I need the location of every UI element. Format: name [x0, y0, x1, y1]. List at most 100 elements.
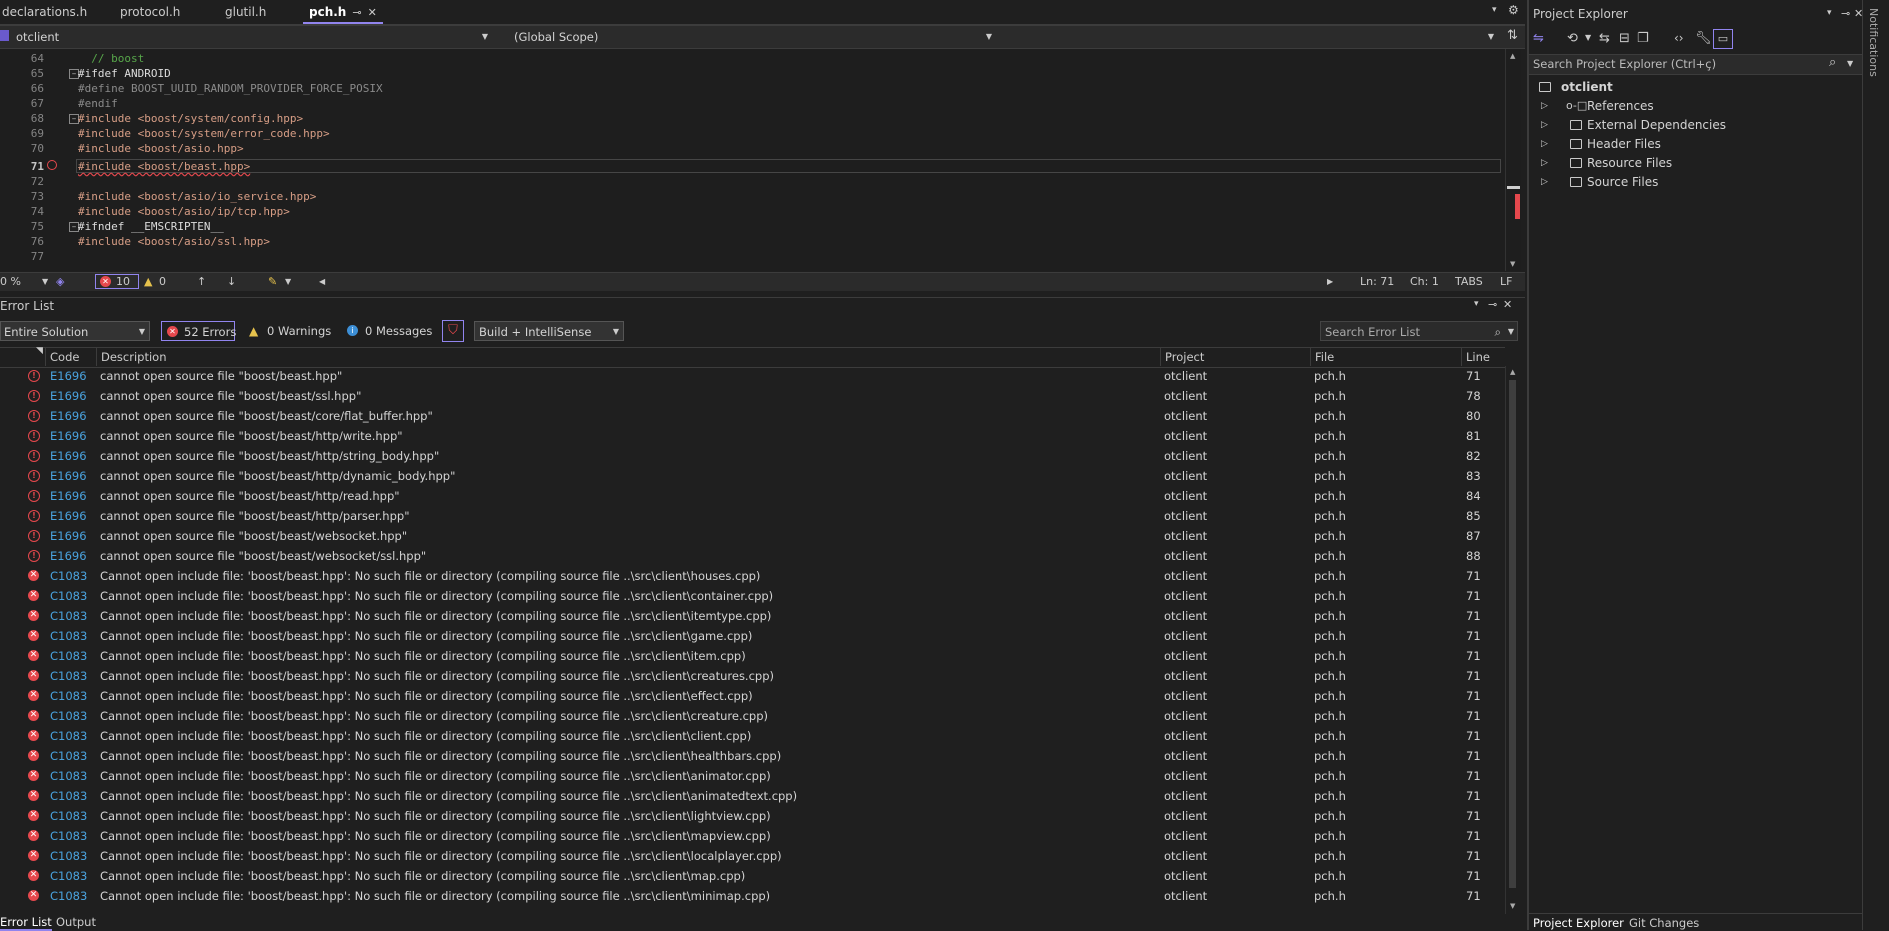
table-row[interactable]: ✕ C1083 Cannot open include file: 'boost/b… [0, 586, 1505, 606]
column-chooser-icon[interactable]: ◥ [36, 346, 43, 356]
close-icon[interactable]: ✕ [1503, 298, 1512, 311]
scope-dropdown[interactable]: (Global Scope) ▼ [510, 28, 998, 46]
column-header-code[interactable]: Code [45, 348, 97, 366]
code-line[interactable]: #include <boost/asio/io_service.hpp> [78, 190, 316, 203]
scroll-thumb[interactable] [1509, 380, 1516, 888]
error-code-link[interactable]: C1083 [50, 766, 87, 786]
code-line[interactable]: #include <boost/asio/ssl.hpp> [78, 235, 270, 248]
tree-root-otclient[interactable]: otclient [1539, 78, 1613, 96]
table-row[interactable]: ✕ C1083 Cannot open include file: 'boost/b… [0, 846, 1505, 866]
expand-arrow-icon[interactable]: ▷ [1541, 135, 1548, 153]
chevron-down-icon[interactable]: ▾ [1474, 299, 1479, 309]
table-row[interactable]: ✕ C1083 Cannot open include file: 'boost/b… [0, 786, 1505, 806]
chevron-down-icon[interactable]: ▼ [285, 275, 291, 289]
tab-git-changes[interactable]: Git Changes [1629, 916, 1699, 930]
table-row[interactable]: ✕ C1083 Cannot open include file: 'boost/b… [0, 806, 1505, 826]
table-row[interactable]: ! E1696 cannot open source file "boost/bea… [0, 426, 1505, 446]
column-header-project[interactable]: Project [1160, 348, 1311, 366]
table-row[interactable]: ✕ C1083 Cannot open include file: 'boost/b… [0, 666, 1505, 686]
errors-indicator[interactable]: ✕ 10 [95, 274, 139, 289]
tree-item-references[interactable]: ▷ o-□ References [1541, 97, 1654, 115]
tree-item-external-dependencies[interactable]: ▷ External Dependencies [1541, 116, 1726, 134]
line-ending[interactable]: LF [1500, 275, 1512, 289]
expand-arrow-icon[interactable]: ▷ [1541, 97, 1548, 115]
error-code-link[interactable]: E1696 [50, 486, 87, 506]
expand-arrow-icon[interactable]: ▷ [1541, 173, 1548, 191]
error-code-link[interactable]: E1696 [50, 446, 87, 466]
error-code-link[interactable]: C1083 [50, 686, 87, 706]
scroll-right-icon[interactable]: ▶ [1327, 275, 1333, 289]
code-line[interactable]: // boost [78, 52, 144, 65]
breakpoint-warning-icon[interactable] [47, 160, 57, 170]
filter-icon[interactable]: ⛉ [442, 320, 464, 342]
warnings-filter-button[interactable]: ▲ 0 Warnings [247, 321, 331, 341]
chevron-down-icon[interactable]: ▼ [42, 275, 48, 289]
column-header-line[interactable]: Line [1461, 348, 1505, 366]
scroll-down-icon[interactable]: ▼ [1510, 260, 1515, 268]
code-line[interactable]: #include <boost/asio/ip/tcp.hpp> [78, 205, 290, 218]
gear-icon[interactable]: ⚙ [1508, 3, 1519, 17]
table-row[interactable]: ✕ C1083 Cannot open include file: 'boost/b… [0, 646, 1505, 666]
error-code-link[interactable]: E1696 [50, 526, 87, 546]
error-code-link[interactable]: C1083 [50, 606, 87, 626]
error-code-link[interactable]: C1083 [50, 826, 87, 846]
copilot-icon[interactable]: ◈ [56, 275, 64, 289]
error-code-link[interactable]: E1696 [50, 546, 87, 566]
error-code-link[interactable]: E1696 [50, 466, 87, 486]
chevron-down-icon[interactable]: ▾ [1827, 8, 1832, 18]
show-all-files-icon[interactable]: ❐ [1637, 31, 1649, 46]
tab-output[interactable]: Output [56, 915, 96, 929]
table-row[interactable]: ✕ C1083 Cannot open include file: 'boost/b… [0, 866, 1505, 886]
scroll-up-icon[interactable]: ▲ [1510, 368, 1515, 376]
indentation-mode[interactable]: TABS [1455, 275, 1483, 289]
errors-filter-button[interactable]: ✕ 52 Errors [161, 321, 236, 341]
line-indicator[interactable]: Ln: 71 [1360, 275, 1394, 289]
sync-icon[interactable]: ⇆ [1599, 31, 1610, 46]
error-code-link[interactable]: C1083 [50, 626, 87, 646]
error-code-link[interactable]: C1083 [50, 706, 87, 726]
error-code-link[interactable]: C1083 [50, 566, 87, 586]
tab-overflow-icon[interactable]: ▾ [1492, 5, 1497, 15]
error-code-link[interactable]: C1083 [50, 806, 87, 826]
table-row[interactable]: ! E1696 cannot open source file "boost/bea… [0, 446, 1505, 466]
switch-views-icon[interactable]: ⇋ [1533, 31, 1544, 46]
table-row[interactable]: ! E1696 cannot open source file "boost/bea… [0, 506, 1505, 526]
pin-icon[interactable]: ⊸ [352, 6, 361, 19]
next-issue-arrow-icon[interactable]: ↓ [227, 275, 236, 289]
close-icon[interactable]: ✕ [368, 6, 377, 19]
error-code-link[interactable]: E1696 [50, 386, 87, 406]
tree-item-resource-files[interactable]: ▷ Resource Files [1541, 154, 1672, 172]
scroll-thumb[interactable] [1507, 186, 1520, 189]
notifications-tab[interactable]: Notifications [1867, 8, 1880, 77]
expand-arrow-icon[interactable]: ▷ [1541, 116, 1548, 134]
table-row[interactable]: ! E1696 cannot open source file "boost/bea… [0, 386, 1505, 406]
tree-item-source-files[interactable]: ▷ Source Files [1541, 173, 1658, 191]
tab-protocol-h[interactable]: protocol.h [114, 0, 186, 24]
tab-error-list[interactable]: Error List [0, 915, 52, 931]
error-code-link[interactable]: C1083 [50, 646, 87, 666]
tab-glutil-h[interactable]: glutil.h [219, 0, 272, 24]
error-code-link[interactable]: C1083 [50, 866, 87, 886]
code-line[interactable]: #define BOOST_UUID_RANDOM_PROVIDER_FORCE… [78, 82, 383, 95]
scroll-left-icon[interactable]: ◀ [319, 275, 325, 289]
code-line[interactable]: #ifndef __EMSCRIPTEN__ [78, 220, 224, 233]
code-editor[interactable]: 64 // boost 65 − #ifdef ANDROID 66 #defi… [0, 49, 1505, 271]
error-code-link[interactable]: C1083 [50, 746, 87, 766]
previous-issue-arrow-icon[interactable]: ↑ [197, 275, 206, 289]
error-code-link[interactable]: C1083 [50, 726, 87, 746]
table-row[interactable]: ✕ C1083 Cannot open include file: 'boost/b… [0, 686, 1505, 706]
pin-icon[interactable]: ⊸ [1488, 298, 1497, 311]
table-row[interactable]: ! E1696 cannot open source file "boost/bea… [0, 406, 1505, 426]
build-filter-dropdown[interactable]: Build + IntelliSense ▼ [474, 321, 624, 341]
messages-filter-button[interactable]: i 0 Messages [345, 321, 432, 341]
table-row[interactable]: ! E1696 cannot open source file "boost/bea… [0, 546, 1505, 566]
code-view-icon[interactable]: ‹› [1674, 31, 1684, 45]
collapse-all-icon[interactable]: ⊟ [1619, 31, 1630, 46]
code-line[interactable]: #endif [78, 97, 118, 110]
split-editor-icon[interactable]: ⇅ [1507, 28, 1518, 43]
table-row[interactable]: ✕ C1083 Cannot open include file: 'boost/b… [0, 726, 1505, 746]
table-row[interactable]: ✕ C1083 Cannot open include file: 'boost/b… [0, 606, 1505, 626]
table-row[interactable]: ✕ C1083 Cannot open include file: 'boost/b… [0, 566, 1505, 586]
scroll-up-icon[interactable]: ▲ [1510, 52, 1515, 60]
error-code-link[interactable]: E1696 [50, 366, 87, 386]
